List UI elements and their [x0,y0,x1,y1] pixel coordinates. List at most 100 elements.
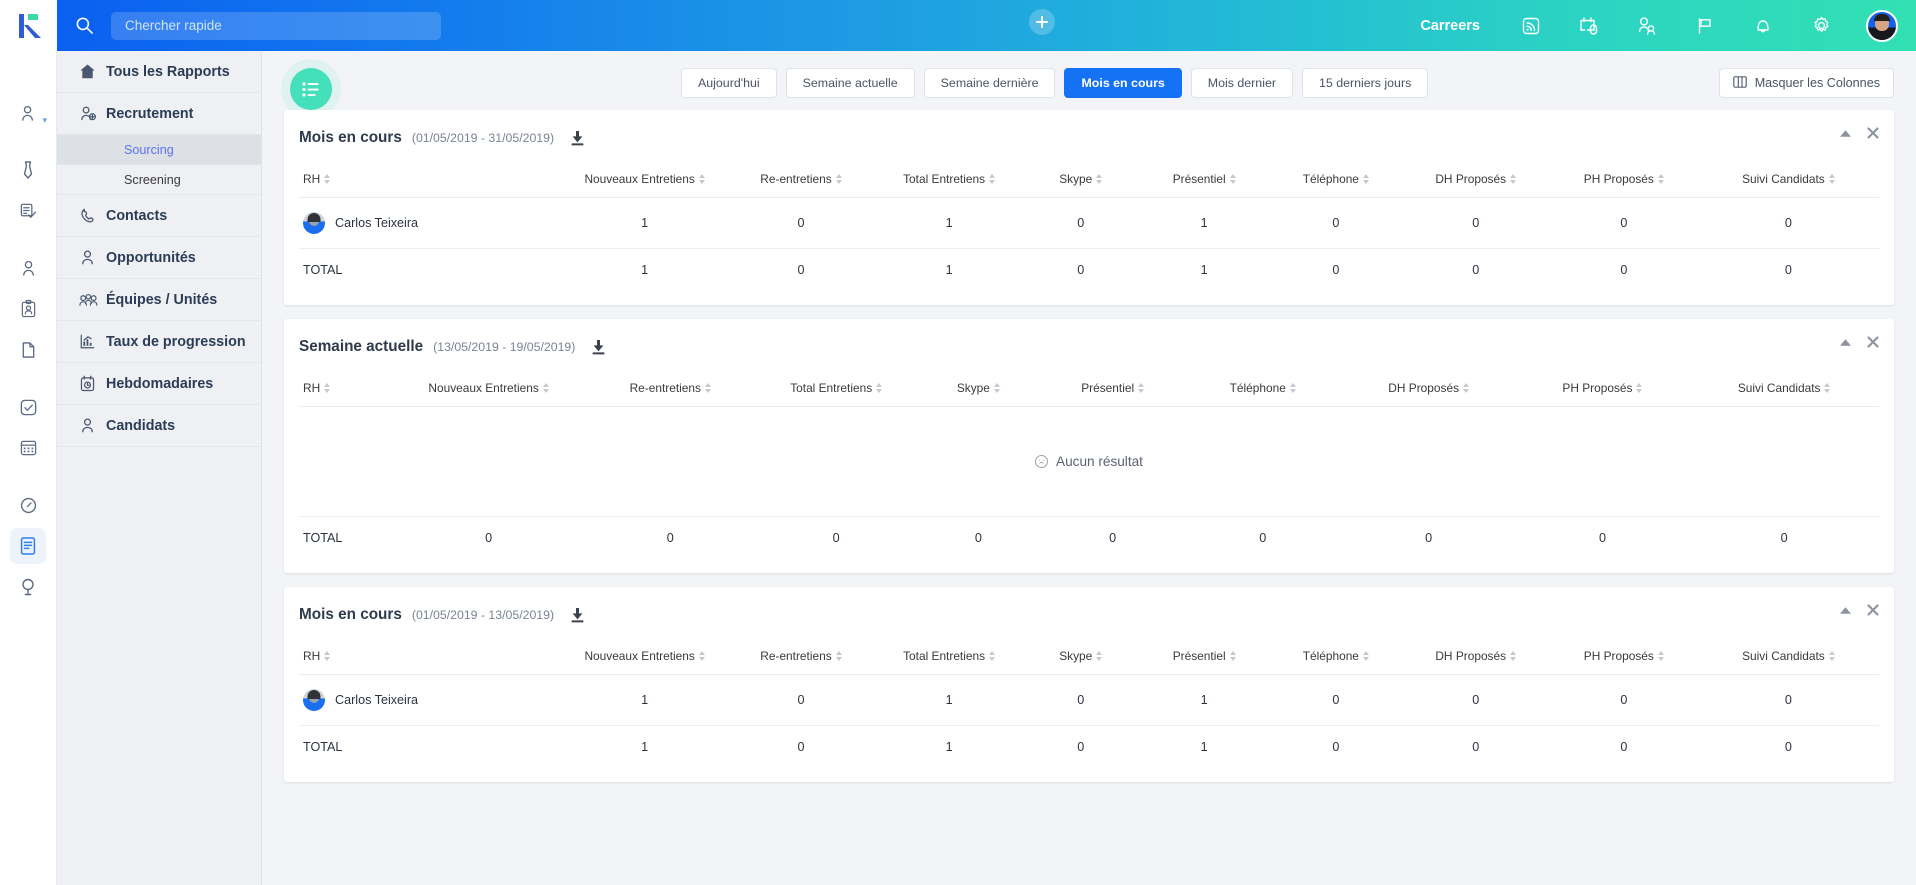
sort-icon [1824,383,1830,393]
column-header-skype[interactable]: Skype [1023,163,1138,198]
cell-telephone: 0 [1270,198,1402,249]
column-header-ph-proposes[interactable]: PH Proposés [1550,163,1698,198]
column-header-skype[interactable]: Skype [1023,640,1138,675]
sidebar-item-tous-les-rapports[interactable]: Tous les Rapports [57,51,261,93]
sort-icon [1363,651,1369,661]
sidebar-item-opportunites[interactable]: Opportunités [57,237,261,279]
sidebar-item-hebdomadaires[interactable]: Hebdomadaires [57,363,261,405]
column-header-re-entretiens[interactable]: Re-entretiens [583,372,757,407]
filter-semaine-derniere[interactable]: Semaine dernière [924,68,1056,98]
chevron-up-icon[interactable] [1839,127,1852,139]
column-header-suivi-candidats[interactable]: Suivi Candidats [1698,640,1879,675]
chevron-up-icon[interactable] [1839,604,1852,616]
column-header-total-entretiens[interactable]: Total Entretiens [875,640,1023,675]
search-icon[interactable] [57,16,111,35]
sort-icon [1463,383,1469,393]
column-header-total-entretiens[interactable]: Total Entretiens [757,372,915,407]
rail-speed[interactable] [10,487,46,523]
column-header-dh-proposes[interactable]: DH Proposés [1342,372,1516,407]
table-total-row: TOTAL 1 0 1 0 1 0 0 0 0 [299,249,1879,292]
sort-icon [989,651,995,661]
gear-settings-icon[interactable] [1792,0,1850,51]
column-header-nouveaux-entretiens[interactable]: Nouveaux Entretiens [562,640,727,675]
sidebar-item-label: Taux de progression [106,334,246,350]
avatar[interactable] [1866,10,1898,42]
calendar-task-icon[interactable] [1560,0,1618,51]
column-header-dh-proposes[interactable]: DH Proposés [1402,640,1550,675]
download-icon[interactable] [570,607,585,623]
rail-calendar[interactable] [10,430,46,466]
filter-15-derniers-jours[interactable]: 15 derniers jours [1302,68,1428,98]
flag-icon[interactable] [1676,0,1734,51]
hide-columns-button[interactable]: Masquer les Colonnes [1719,68,1894,98]
sidebar-subitem-sourcing[interactable]: Sourcing [57,135,261,165]
rail-checklist[interactable] [10,193,46,229]
total-nouveaux-entretiens: 1 [562,249,727,292]
column-header-presentiel[interactable]: Présentiel [1042,372,1184,407]
column-header-re-entretiens[interactable]: Re-entretiens [727,640,875,675]
column-header-suivi-candidats[interactable]: Suivi Candidats [1698,163,1879,198]
column-header-dh-proposes[interactable]: DH Proposés [1402,163,1550,198]
sort-icon [1510,174,1516,184]
download-icon[interactable] [570,130,585,146]
column-header-telephone[interactable]: Téléphone [1270,640,1402,675]
column-header-suivi-candidats[interactable]: Suivi Candidats [1689,372,1879,407]
sidebar-item-contacts[interactable]: Contacts [57,195,261,237]
column-header-presentiel[interactable]: Présentiel [1138,640,1270,675]
filter-mois-dernier[interactable]: Mois dernier [1191,68,1293,98]
filter-semaine-actuelle[interactable]: Semaine actuelle [786,68,915,98]
sidebar-item-recrutement[interactable]: Recrutement [57,93,261,135]
rail-search-lamp[interactable] [10,569,46,605]
panel-title: Semaine actuelle [299,338,423,356]
column-header-rh[interactable]: RH [299,372,394,407]
rail-user-dropdown[interactable]: ▾ [10,95,46,131]
rail-task[interactable] [10,389,46,425]
column-header-total-entretiens[interactable]: Total Entretiens [875,163,1023,198]
rail-tie[interactable] [10,152,46,188]
column-header-nouveaux-entretiens[interactable]: Nouveaux Entretiens [562,163,727,198]
sidebar-item-taux-de-progression[interactable]: Taux de progression [57,321,261,363]
total-label: TOTAL [299,249,562,292]
rail-reports[interactable] [10,528,46,564]
search-input[interactable] [111,12,441,40]
app-logo[interactable] [0,0,57,51]
download-icon[interactable] [591,339,606,355]
sidebar-subitem-label: Screening [124,173,181,187]
column-header-ph-proposes[interactable]: PH Proposés [1550,640,1698,675]
column-header-rh[interactable]: RH [299,640,562,675]
close-icon[interactable] [1867,604,1879,616]
table-row[interactable]: Carlos Teixeira 1 0 1 0 1 0 0 0 0 [299,675,1879,726]
user-group-icon[interactable] [1618,0,1676,51]
column-header-ph-proposes[interactable]: PH Proposés [1516,372,1690,407]
quick-add-button[interactable] [1029,9,1055,35]
column-header-presentiel[interactable]: Présentiel [1138,163,1270,198]
rail-contact[interactable] [10,250,46,286]
filter-aujourdhui[interactable]: Aujourd'hui [681,68,777,98]
calendar-grid-icon [19,439,38,457]
sidebar-subitem-screening[interactable]: Screening [57,165,261,195]
column-header-skype[interactable]: Skype [915,372,1041,407]
table-row[interactable]: Carlos Teixeira 1 0 1 0 1 0 0 0 0 [299,198,1879,249]
panels-scroll-area[interactable]: Mois en cours (01/05/2019 - 31/05/2019) [262,110,1916,885]
close-icon[interactable] [1867,336,1879,348]
rss-feed-icon[interactable] [1502,0,1560,51]
careers-link[interactable]: Carreers [1420,18,1480,34]
user-plus-icon [79,105,106,122]
column-header-nouveaux-entretiens[interactable]: Nouveaux Entretiens [394,372,584,407]
sort-icon [699,651,705,661]
column-header-re-entretiens[interactable]: Re-entretiens [727,163,875,198]
column-header-rh[interactable]: RH [299,163,562,198]
column-header-telephone[interactable]: Téléphone [1270,163,1402,198]
panel-header: Mois en cours (01/05/2019 - 31/05/2019) [299,126,1879,150]
sidebar-item-candidats[interactable]: Candidats [57,405,261,447]
total-total-entretiens: 1 [875,726,1023,769]
filter-mois-en-cours[interactable]: Mois en cours [1064,68,1181,98]
rail-badge[interactable] [10,291,46,327]
user-icon [20,259,37,278]
sidebar-item-equipes-unites[interactable]: Équipes / Unités [57,279,261,321]
column-header-telephone[interactable]: Téléphone [1184,372,1342,407]
bell-notification-icon[interactable] [1734,0,1792,51]
rail-document[interactable] [10,332,46,368]
chevron-up-icon[interactable] [1839,336,1852,348]
close-icon[interactable] [1867,127,1879,139]
